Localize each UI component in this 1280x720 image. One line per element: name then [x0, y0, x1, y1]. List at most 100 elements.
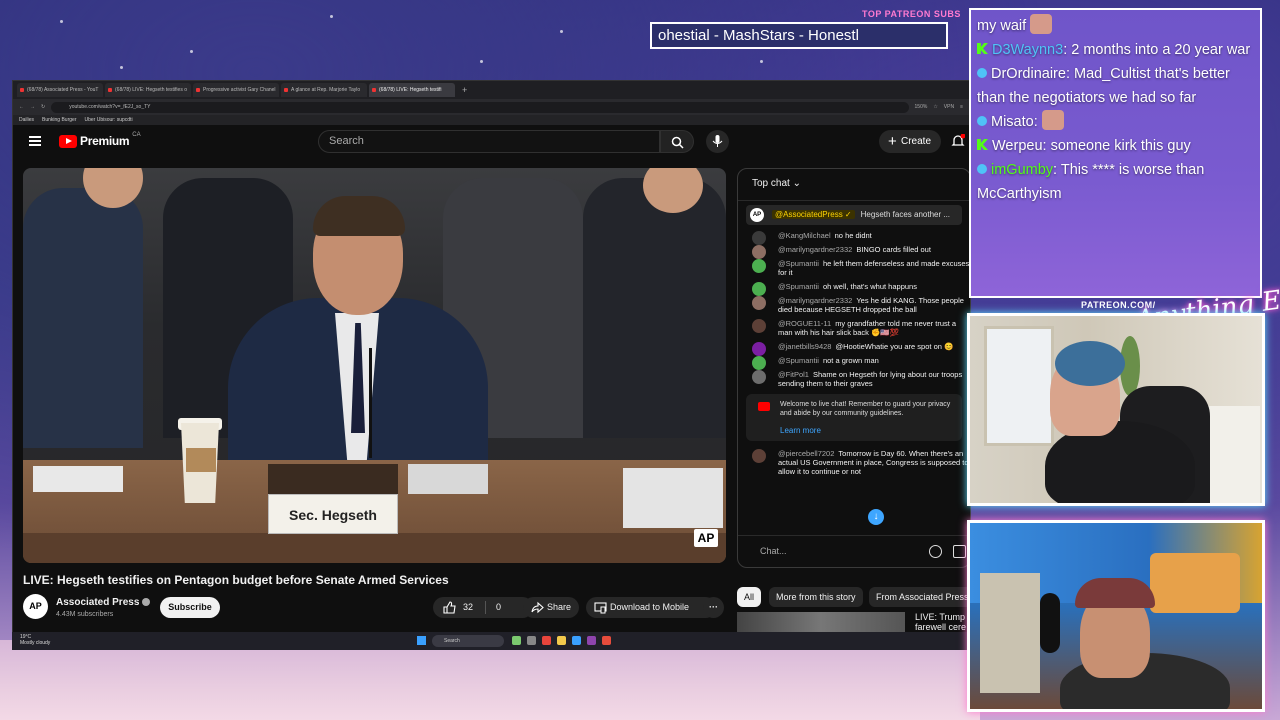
bookmark-item[interactable]: Bunking Burger — [42, 117, 76, 123]
bookmarks-bar: Dailies Bunking Burger Uber Ubisour: sup… — [13, 115, 969, 125]
forward-icon[interactable]: → — [30, 104, 35, 110]
bookmark-star-icon[interactable]: ☆ — [933, 104, 937, 110]
hamburger-menu-icon[interactable] — [29, 136, 41, 146]
chat-messages-list-bottom: @piercebell7202 Tomorrow is Day 60. When … — [738, 447, 970, 476]
stream-chat-user: DrOrdinaire — [991, 66, 1066, 82]
learn-more-link[interactable]: Learn more — [780, 426, 956, 435]
browser-window: (68/78) Associated Press - YouT (68/78) … — [12, 80, 976, 650]
url-input[interactable]: youtube.com/watch?v=_fE2J_so_TY — [51, 101, 909, 113]
bookmark-item[interactable]: Uber Ubisour: supcdti — [84, 117, 132, 123]
video-papers — [623, 468, 723, 528]
chip-from-associated-press[interactable]: From Associated Press — [869, 587, 976, 607]
search-button[interactable] — [660, 130, 694, 153]
voice-search-button[interactable] — [706, 130, 729, 153]
chat-input[interactable]: Chat... — [738, 535, 970, 567]
chat-author[interactable]: @piercebell7202 — [778, 449, 834, 458]
pinned-message[interactable]: AP @AssociatedPress ✓ Hegseth faces anoth… — [746, 205, 962, 225]
download-button[interactable]: Download to Mobile — [586, 597, 716, 618]
bookmark-item[interactable]: Dailies — [19, 117, 34, 123]
video-desk-front — [23, 533, 726, 563]
share-label: Share — [547, 602, 572, 612]
taskbar-app-icon[interactable] — [512, 636, 521, 645]
kick-badge-icon — [977, 43, 988, 54]
new-tab-icon[interactable]: + — [457, 85, 472, 95]
nameplate: Sec. Hegseth — [268, 494, 398, 534]
menu-icon[interactable]: ≡ — [960, 104, 963, 110]
more-actions-button[interactable]: ··· — [703, 597, 724, 618]
cam-window — [984, 326, 1054, 446]
download-mobile-icon — [594, 602, 607, 614]
chat-author[interactable]: @Spumantii — [778, 356, 819, 365]
chat-mode-label[interactable]: Top chat — [752, 178, 790, 189]
ap-watermark-logo: AP — [694, 529, 718, 547]
browser-tab[interactable]: A glance at Rep. Marjorie Taylo — [281, 83, 367, 97]
channel-name-text[interactable]: Associated Press — [56, 597, 139, 608]
stream-chat-message: Misato: — [977, 110, 1254, 134]
video-player[interactable]: Sec. Hegseth AP — [23, 168, 726, 563]
create-button[interactable]: Create — [879, 130, 941, 153]
taskbar-app-icon[interactable] — [527, 636, 536, 645]
chat-avatar — [752, 319, 766, 333]
stream-chat-text: : 2 months into a 20 year war — [1063, 42, 1251, 58]
thumbs-up-icon[interactable] — [443, 601, 456, 614]
nameplate-stand — [268, 464, 398, 494]
cam-art — [1150, 553, 1240, 613]
taskbar-search[interactable]: Search — [432, 635, 504, 647]
chat-header[interactable]: Top chat ⌄ — [738, 169, 970, 201]
chat-messages-list: @KangMilchael no he didnt @marilyngardner2… — [738, 229, 970, 388]
chat-author[interactable]: @KangMilchael — [778, 231, 831, 240]
channel-avatar[interactable]: AP — [23, 594, 48, 619]
platform-badge-icon — [977, 68, 987, 78]
like-dislike-pill[interactable]: 32 0 — [433, 597, 533, 618]
chat-avatar — [752, 282, 766, 296]
taskbar-app-icon[interactable] — [557, 636, 566, 645]
taskbar-app-icon[interactable] — [602, 636, 611, 645]
back-icon[interactable]: ← — [19, 104, 24, 110]
chip-all[interactable]: All — [737, 587, 762, 607]
reload-icon[interactable]: ↻ — [41, 104, 45, 110]
chat-text: not a grown man — [822, 356, 879, 365]
chat-avatar — [752, 259, 766, 273]
recommended-video[interactable]: LIVE: Trump farewell cere — [737, 612, 971, 634]
super-chat-icon[interactable] — [953, 545, 966, 558]
browser-tab[interactable]: (68/78) LIVE: Hegseth testifies o — [105, 83, 191, 97]
pinned-author: @AssociatedPress ✓ — [772, 210, 855, 219]
chat-author[interactable]: @ROGUE11-11 — [778, 319, 831, 328]
browser-tab-active[interactable]: (68/78) LIVE: Hegseth testifi — [369, 83, 455, 97]
chat-author[interactable]: @Spumantii — [778, 282, 819, 291]
weather-widget[interactable]: 19°C Mostly cloudy — [20, 634, 50, 646]
chat-author[interactable]: @FitPol1 — [778, 370, 809, 379]
kick-badge-icon — [977, 139, 988, 150]
recommended-thumbnail[interactable] — [737, 612, 905, 634]
search-input[interactable]: Search — [318, 130, 660, 153]
taskbar-app-icon[interactable] — [572, 636, 581, 645]
pinned-avatar: AP — [750, 208, 764, 222]
platform-badge-icon — [977, 164, 987, 174]
chat-author[interactable]: @janetbills9428 — [778, 342, 831, 351]
scroll-down-arrow-icon[interactable]: ↓ — [868, 509, 884, 525]
taskbar-app-icon[interactable] — [587, 636, 596, 645]
video-bg-person — [23, 188, 143, 448]
chat-input-placeholder: Chat... — [760, 546, 787, 556]
stream-chat-user: D3Waynn3 — [992, 42, 1064, 58]
share-button[interactable]: Share — [523, 597, 579, 618]
windows-start-icon[interactable] — [417, 636, 426, 645]
recommended-title[interactable]: LIVE: Trump farewell cere — [915, 612, 971, 632]
emoji-icon[interactable] — [929, 545, 942, 558]
notifications-bell-icon[interactable] — [951, 134, 965, 148]
chip-more-from-story[interactable]: More from this story — [769, 587, 863, 607]
vpn-badge[interactable]: VPN — [944, 104, 954, 110]
chat-author[interactable]: @marilyngardner2332 — [778, 245, 852, 254]
chat-author[interactable]: @marilyngardner2332 — [778, 296, 852, 305]
browser-tab[interactable]: Progressive activist Gary Chanel — [193, 83, 279, 97]
youtube-play-icon — [59, 134, 77, 148]
chat-author[interactable]: @Spumantii — [778, 259, 819, 268]
taskbar-app-icon[interactable] — [542, 636, 551, 645]
browser-tab[interactable]: (68/78) Associated Press - YouT — [17, 83, 103, 97]
youtube-logo[interactable]: Premium CA — [59, 132, 141, 148]
subscribe-button[interactable]: Subscribe — [160, 597, 220, 618]
zoom-level[interactable]: 150% — [915, 104, 928, 110]
chat-message: @ROGUE11-11 my grandfather told me never … — [752, 319, 970, 337]
channel-name[interactable]: Associated Press — [56, 597, 151, 608]
dislike-count[interactable]: 0 — [496, 597, 501, 618]
